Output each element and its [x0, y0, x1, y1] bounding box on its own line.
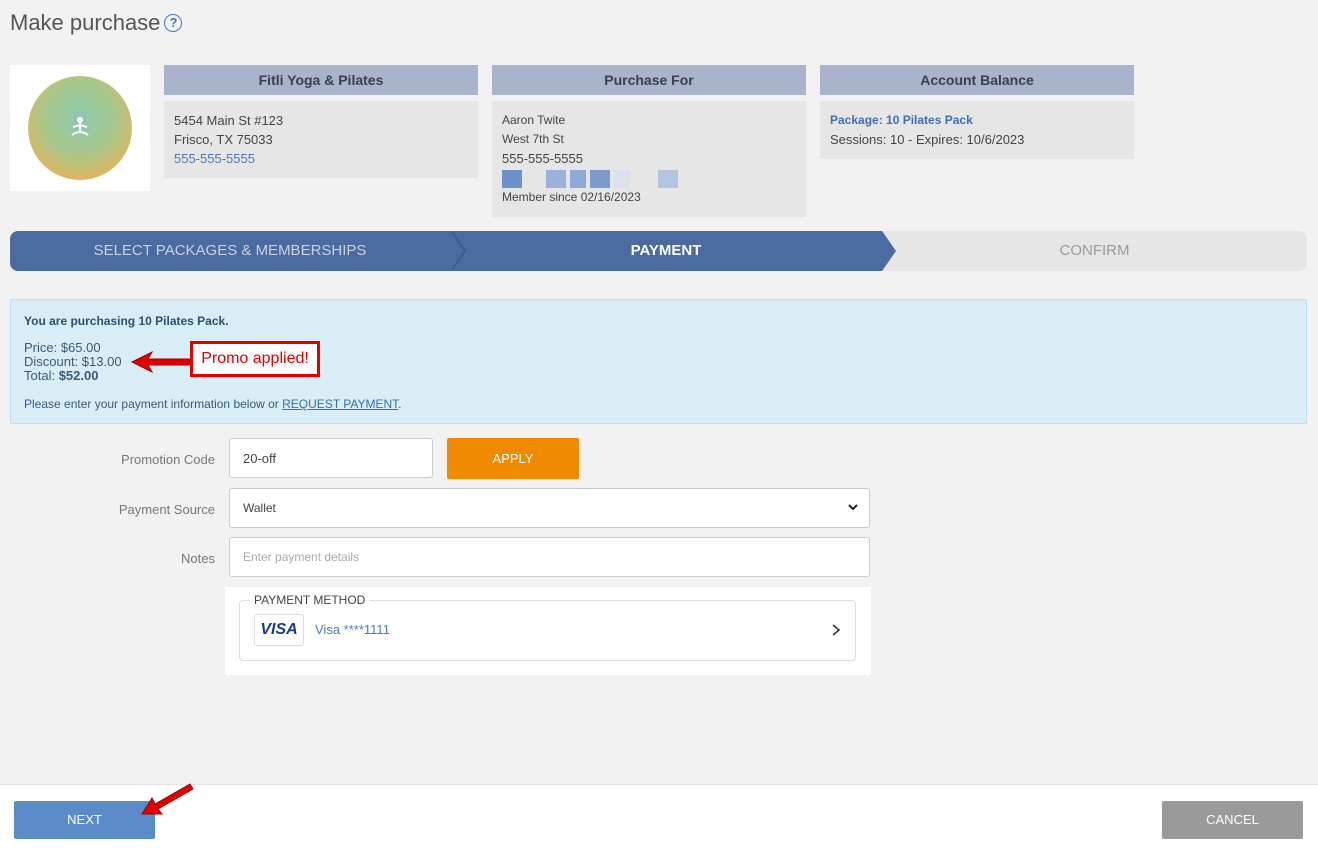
redacted-block: [502, 170, 796, 188]
purchasing-line: You are purchasing 10 Pilates Pack.: [24, 314, 229, 328]
payment-method-legend: PAYMENT METHOD: [250, 593, 370, 607]
payment-source-select[interactable]: Wallet: [229, 488, 870, 528]
footer-bar: NEXT CANCEL: [0, 784, 1318, 850]
apply-button[interactable]: APPLY: [447, 438, 579, 479]
member-street: West 7th St: [502, 132, 564, 146]
chevron-right-icon: [832, 624, 841, 636]
chevron-down-icon: [848, 504, 858, 511]
member-name: Aaron Twite: [502, 113, 566, 127]
cancel-button[interactable]: CANCEL: [1162, 801, 1303, 839]
logo-circle: [28, 76, 132, 180]
meditation-figure-icon: [71, 117, 89, 136]
promo-code-input[interactable]: 20-off: [229, 438, 433, 478]
account-balance-card: Account Balance Package: 10 Pilates Pack…: [820, 65, 1134, 159]
gym-phone[interactable]: 555-555-5555: [174, 149, 468, 168]
next-button[interactable]: NEXT: [14, 801, 155, 839]
checkout-steps: SELECT PACKAGES & MEMBERSHIPS PAYMENT CO…: [10, 231, 1307, 271]
purchase-for-body: Aaron Twite West 7th St 555-555-5555 Mem…: [492, 101, 806, 217]
card-text: Visa ****1111: [315, 622, 390, 637]
purchase-for-header: Purchase For: [492, 65, 806, 95]
member-since: Member since 02/16/2023: [502, 190, 641, 204]
balance-details: Sessions: 10 - Expires: 10/6/2023: [830, 132, 1025, 147]
member-phone: 555-555-5555: [502, 151, 583, 166]
notes-input[interactable]: Enter payment details: [229, 537, 870, 577]
gym-info-body: 5454 Main St #123 Frisco, TX 75033 555-5…: [164, 101, 478, 178]
request-payment-link[interactable]: REQUEST PAYMENT: [282, 397, 398, 411]
gym-info-card: Fitli Yoga & Pilates 5454 Main St #123 F…: [164, 65, 478, 178]
visa-icon: VISA: [254, 614, 304, 646]
account-balance-body: Package: 10 Pilates Pack Sessions: 10 - …: [820, 101, 1134, 159]
page-title: Make purchase ?: [10, 10, 183, 36]
page-title-text: Make purchase: [10, 10, 161, 35]
total-value: $52.00: [58, 368, 99, 383]
gym-address-line2: Frisco, TX 75033: [174, 132, 273, 147]
promo-code-label: Promotion Code: [121, 452, 215, 467]
balance-package[interactable]: Package: 10 Pilates Pack: [830, 111, 1124, 130]
notes-label: Notes: [181, 551, 215, 566]
payment-source-label: Payment Source: [118, 502, 215, 517]
purchase-for-card: Purchase For Aaron Twite West 7th St 555…: [492, 65, 806, 217]
red-arrow-icon: [130, 350, 193, 374]
step-payment: PAYMENT: [450, 231, 896, 271]
account-balance-header: Account Balance: [820, 65, 1134, 95]
promo-applied-callout: Promo applied!: [190, 341, 320, 377]
red-arrow-icon: [141, 783, 194, 815]
payment-method-panel: VISA Visa ****1111 PAYMENT METHOD: [225, 587, 871, 675]
payment-note: Please enter your payment information be…: [24, 397, 402, 411]
step-select-packages[interactable]: SELECT PACKAGES & MEMBERSHIPS: [10, 231, 466, 271]
gym-logo: [10, 65, 150, 191]
gym-name: Fitli Yoga & Pilates: [164, 65, 478, 95]
gym-address-line1: 5454 Main St #123: [174, 113, 284, 128]
payment-method-card[interactable]: VISA Visa ****1111: [239, 600, 856, 661]
step-confirm: CONFIRM: [882, 231, 1307, 271]
help-icon[interactable]: ?: [164, 14, 183, 32]
